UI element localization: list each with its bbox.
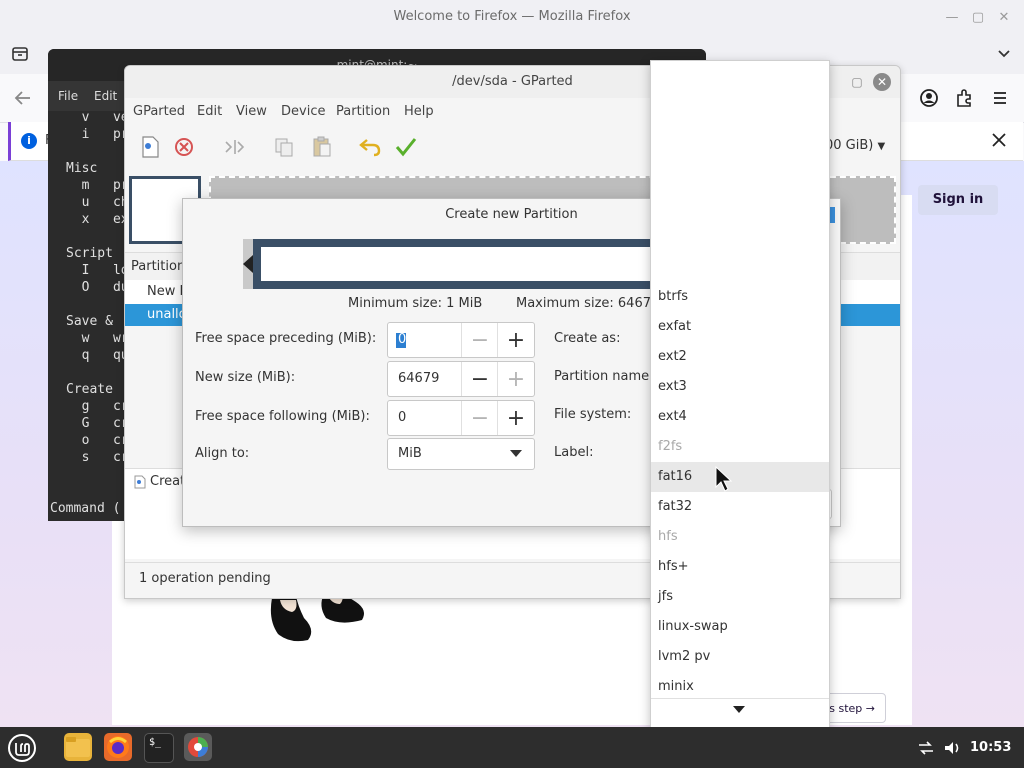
file-system-option[interactable]: linux-swap <box>651 612 829 642</box>
volume-icon[interactable] <box>942 738 962 758</box>
terminal-menu-edit[interactable]: Edit <box>94 81 117 111</box>
increment-button[interactable]: + <box>497 401 534 435</box>
dropdown-divider <box>651 698 829 699</box>
free-preceding-label: Free space preceding (MiB): <box>195 331 377 346</box>
file-system-option[interactable]: exfat <box>651 312 829 342</box>
decrement-button[interactable]: − <box>461 323 498 357</box>
firefox-view-icon[interactable] <box>10 44 30 64</box>
partition-size-bar-fill <box>261 247 671 281</box>
free-preceding-value[interactable]: 0 <box>398 323 406 357</box>
new-partition-icon[interactable] <box>137 134 163 160</box>
label-label: Label: <box>554 445 594 460</box>
next-step-label: s step <box>829 702 863 715</box>
mouse-cursor-icon <box>714 466 734 492</box>
illustration-shoes <box>268 590 368 650</box>
menu-edit[interactable]: Edit <box>197 98 222 126</box>
increment-button[interactable]: + <box>497 362 534 396</box>
partition-name-label: Partition name: <box>554 369 654 384</box>
maximize-icon[interactable]: ▢ <box>968 7 988 27</box>
tab-list-chevron-icon[interactable] <box>994 44 1014 64</box>
copy-icon[interactable] <box>271 134 297 160</box>
menu-icon[interactable] <box>989 87 1011 109</box>
menu-help[interactable]: Help <box>404 98 434 126</box>
close-icon[interactable]: ✕ <box>873 73 891 91</box>
terminal-output: v ve i pr Misc m pr u ch x ex Script I l… <box>66 110 129 465</box>
extensions-icon[interactable] <box>953 87 975 109</box>
file-system-option[interactable]: lvm2 pv <box>651 642 829 672</box>
align-to-value: MiB <box>398 446 422 461</box>
free-following-value[interactable]: 0 <box>398 401 406 435</box>
new-partition-icon <box>133 475 147 489</box>
menu-view[interactable]: View <box>236 98 267 126</box>
new-size-spinner[interactable]: 64679 − + <box>387 361 535 397</box>
align-to-select[interactable]: MiB <box>387 438 535 470</box>
notification-close-icon[interactable] <box>989 130 1009 150</box>
increment-button[interactable]: + <box>497 323 534 357</box>
file-system-option[interactable]: ext3 <box>651 372 829 402</box>
menu-gparted[interactable]: GParted <box>133 98 185 126</box>
close-icon[interactable]: ✕ <box>994 7 1014 27</box>
resize-move-icon[interactable] <box>221 134 247 160</box>
paste-icon[interactable] <box>309 134 335 160</box>
firefox-window-title: Welcome to Firefox — Mozilla Firefox <box>393 9 631 24</box>
terminal-prompt: Command ( <box>50 501 121 516</box>
file-system-option[interactable]: ext2 <box>651 342 829 372</box>
file-system-option[interactable]: hfs <box>651 522 829 552</box>
file-system-dropdown[interactable]: btrfs exfat ext2 ext3 ext4 f2fs fat16 fat32 hfs h… <box>650 60 830 730</box>
clock[interactable]: 10:53 <box>970 727 1011 768</box>
undo-icon[interactable] <box>357 134 383 160</box>
file-system-option[interactable]: jfs <box>651 582 829 612</box>
minimize-icon[interactable]: — <box>942 7 962 27</box>
menu-partition[interactable]: Partition <box>336 98 390 126</box>
status-text: 1 operation pending <box>139 571 271 586</box>
file-system-option[interactable]: fat32 <box>651 492 829 522</box>
align-to-label: Align to: <box>195 446 250 461</box>
terminal-menu-file[interactable]: File <box>58 81 78 111</box>
file-system-label: File system: <box>554 407 632 422</box>
chevron-down-icon <box>510 450 522 457</box>
delete-partition-icon[interactable] <box>171 134 197 160</box>
partition-row-name: unallo <box>147 307 187 322</box>
file-system-option[interactable]: btrfs <box>651 282 829 312</box>
file-system-option[interactable]: fat16 <box>651 462 829 492</box>
firefox-icon[interactable] <box>104 733 132 761</box>
decrement-button[interactable]: − <box>461 362 498 396</box>
scroll-down-arrow-icon[interactable] <box>733 706 745 713</box>
create-as-label: Create as: <box>554 331 621 346</box>
chevron-down-icon: ▼ <box>877 141 886 152</box>
maximize-icon[interactable]: ▢ <box>849 74 865 90</box>
terminal-icon[interactable]: $_ <box>144 733 174 763</box>
mint-menu-icon[interactable] <box>6 732 38 764</box>
file-system-option[interactable]: ext4 <box>651 402 829 432</box>
terminal-icon-glyph: $_ <box>149 737 162 748</box>
max-size-label: Maximum size: 64679 <box>516 296 660 311</box>
apply-icon[interactable] <box>393 134 419 160</box>
info-icon: i <box>21 133 37 149</box>
col-partition[interactable]: Partition <box>131 253 185 281</box>
min-size-label: Minimum size: 1 MiB <box>348 296 483 311</box>
sign-in-button[interactable]: Sign in <box>918 185 998 215</box>
new-size-value[interactable]: 64679 <box>398 362 439 396</box>
back-arrow-icon[interactable] <box>12 88 34 108</box>
gparted-icon[interactable] <box>184 733 212 761</box>
free-following-spinner[interactable]: 0 − + <box>387 400 535 436</box>
device-selector[interactable]: 00 GiB) ▼ <box>825 138 885 153</box>
new-size-label: New size (MiB): <box>195 370 296 385</box>
decrement-button[interactable]: − <box>461 401 498 435</box>
free-preceding-spinner[interactable]: 0 − + <box>387 322 535 358</box>
files-icon[interactable] <box>64 733 92 761</box>
file-system-option[interactable]: f2fs <box>651 432 829 462</box>
device-selector-label: 00 GiB) <box>825 138 874 153</box>
arrow-left-icon <box>243 255 253 273</box>
account-icon[interactable] <box>918 87 940 109</box>
network-icon[interactable] <box>916 738 936 758</box>
free-following-label: Free space following (MiB): <box>195 409 370 424</box>
file-system-option[interactable]: hfs+ <box>651 552 829 582</box>
menu-device[interactable]: Device <box>281 98 325 126</box>
